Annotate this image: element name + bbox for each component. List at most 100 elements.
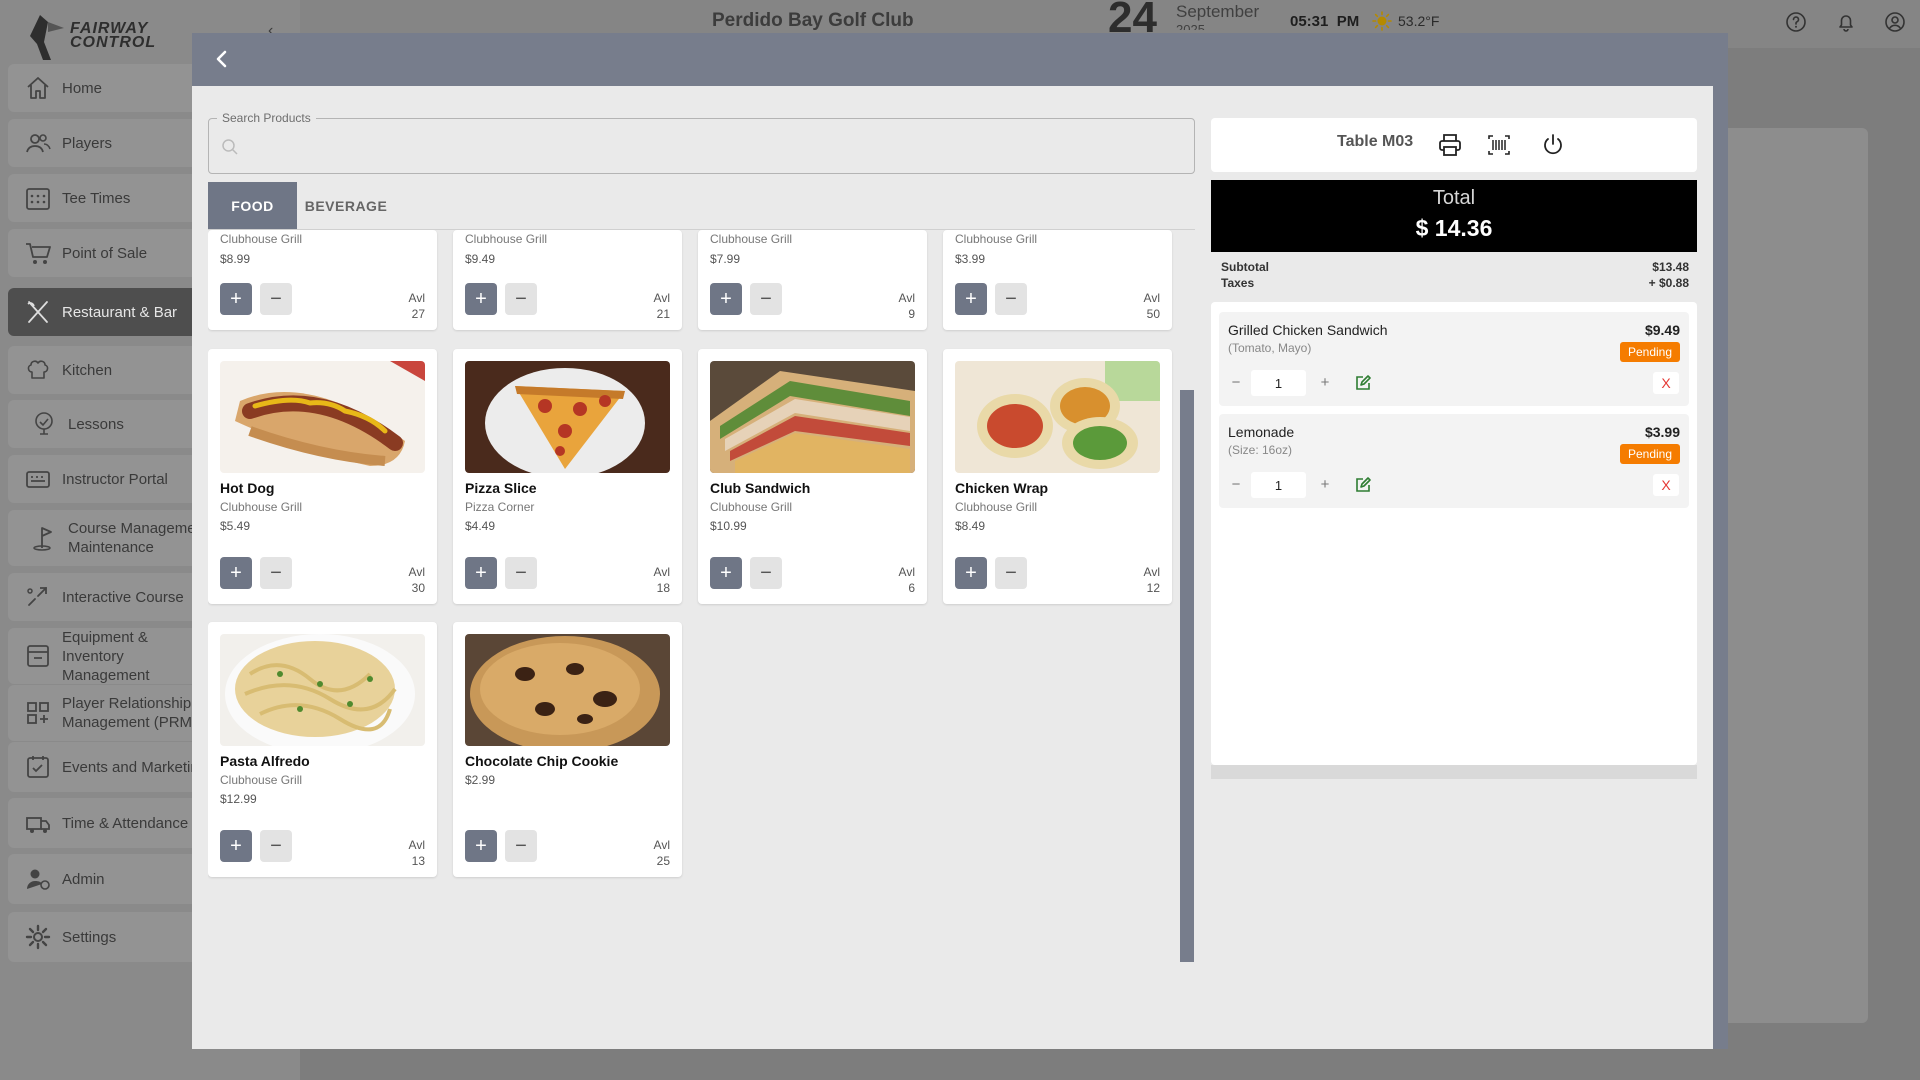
- remove-button[interactable]: −: [505, 283, 537, 315]
- product-vendor: Clubhouse Grill: [955, 500, 1038, 514]
- modal-body: Search Products FOOD BEVERAGE Clubhouse …: [192, 86, 1713, 1049]
- remove-button[interactable]: −: [260, 557, 292, 589]
- product-card-pizza-slice[interactable]: Pizza Slice Pizza Corner $4.49 + − Avl 18: [453, 349, 682, 604]
- product-card-club-sandwich[interactable]: Club Sandwich Clubhouse Grill $10.99 + −…: [698, 349, 927, 604]
- avl-count: 50: [1146, 307, 1160, 321]
- avl-label: Avl: [898, 565, 915, 579]
- add-button[interactable]: +: [710, 557, 742, 589]
- add-button[interactable]: +: [220, 830, 252, 862]
- remove-line-button[interactable]: X: [1653, 474, 1679, 496]
- sidebar-item-label: Restaurant & Bar: [62, 303, 178, 321]
- qty-value[interactable]: 1: [1251, 472, 1306, 498]
- qty-decrease-button[interactable]: −: [1226, 474, 1246, 494]
- add-button[interactable]: +: [955, 283, 987, 315]
- order-modal: Search Products FOOD BEVERAGE Clubhouse …: [192, 33, 1728, 1049]
- sidebar-item-label: Kitchen: [62, 361, 113, 379]
- add-button[interactable]: +: [710, 283, 742, 315]
- product-card[interactable]: Clubhouse Grill $9.49 + − Avl 21: [453, 230, 682, 330]
- barcode-scan-icon[interactable]: [1486, 132, 1512, 158]
- edit-icon[interactable]: [1354, 476, 1372, 494]
- line-item-modifiers: (Tomato, Mayo): [1228, 341, 1312, 355]
- product-vendor: Clubhouse Grill: [710, 500, 793, 514]
- product-price: $12.99: [220, 792, 257, 806]
- avl-count: 12: [1146, 581, 1160, 595]
- printer-icon[interactable]: [1437, 132, 1463, 158]
- edit-icon[interactable]: [1354, 374, 1372, 392]
- product-card[interactable]: Clubhouse Grill $8.99 + − Avl 27: [208, 230, 437, 330]
- sidebar-item-label: Admin: [62, 870, 105, 888]
- status-badge: Pending: [1620, 444, 1680, 464]
- line-item-name: Lemonade: [1228, 424, 1295, 440]
- order-header: Table M03: [1211, 118, 1697, 172]
- remove-button[interactable]: −: [995, 283, 1027, 315]
- product-card-pasta-alfredo[interactable]: Pasta Alfredo Clubhouse Grill $12.99 + −…: [208, 622, 437, 877]
- product-price: $4.49: [465, 519, 496, 533]
- add-button[interactable]: +: [465, 557, 497, 589]
- remove-button[interactable]: −: [750, 557, 782, 589]
- avl-count: 6: [908, 581, 915, 595]
- product-scrollbar[interactable]: [1180, 390, 1194, 962]
- add-button[interactable]: +: [465, 830, 497, 862]
- avl-count: 30: [411, 581, 425, 595]
- add-button[interactable]: +: [220, 283, 252, 315]
- remove-line-button[interactable]: X: [1653, 372, 1679, 394]
- product-card-chicken-wrap[interactable]: Chicken Wrap Clubhouse Grill $8.49 + − A…: [943, 349, 1172, 604]
- product-card-hot-dog[interactable]: Hot Dog Clubhouse Grill $5.49 + − Avl 30: [208, 349, 437, 604]
- qty-increase-button[interactable]: +: [1315, 474, 1335, 494]
- taxes-label: Taxes: [1221, 276, 1255, 290]
- power-icon[interactable]: [1540, 132, 1566, 158]
- clock-ampm: PM: [1336, 13, 1360, 30]
- product-card-chocolate-chip-cookie[interactable]: Chocolate Chip Cookie $2.99 + − Avl 25: [453, 622, 682, 877]
- remove-button[interactable]: −: [750, 283, 782, 315]
- add-button[interactable]: +: [220, 557, 252, 589]
- product-vendor: Clubhouse Grill: [220, 773, 303, 787]
- bell-icon[interactable]: [1835, 11, 1857, 33]
- sidebar-item-label: Home: [62, 79, 103, 97]
- clock: 05:31 PM: [1290, 13, 1359, 30]
- admin-icon: [27, 869, 50, 890]
- tab-beverage[interactable]: BEVERAGE: [297, 182, 395, 230]
- back-button[interactable]: [210, 47, 234, 71]
- availability: Avl 21: [654, 290, 670, 322]
- home-icon: [27, 77, 49, 99]
- qty-increase-button[interactable]: +: [1315, 372, 1335, 392]
- search-field: Search Products: [208, 111, 1195, 174]
- qty-decrease-button[interactable]: −: [1226, 372, 1246, 392]
- subtotal-value: $13.48: [1652, 260, 1689, 274]
- line-item-price: $9.49: [1644, 322, 1680, 338]
- product-card[interactable]: Clubhouse Grill $7.99 + − Avl 9: [698, 230, 927, 330]
- remove-button[interactable]: −: [505, 557, 537, 589]
- search-input[interactable]: [249, 133, 1149, 161]
- sidebar-item-label: Player Relationship Management (PRM): [62, 695, 198, 731]
- qty-value[interactable]: 1: [1251, 370, 1306, 396]
- help-icon[interactable]: [1785, 11, 1807, 33]
- temperature: 53.2°F: [1398, 13, 1440, 29]
- avl-label: Avl: [653, 838, 670, 852]
- sun-icon: [1372, 11, 1392, 31]
- date-month: September: [1176, 2, 1260, 21]
- sidebar-item-label: Equipment & Inventory Management: [62, 628, 150, 684]
- remove-button[interactable]: −: [260, 830, 292, 862]
- search-icon: [222, 139, 238, 155]
- user-account-icon[interactable]: [1884, 11, 1906, 33]
- logo-line-2: CONTROL: [70, 34, 157, 51]
- tab-food[interactable]: FOOD: [208, 182, 297, 230]
- pizza-slice-image: [465, 361, 670, 473]
- avl-count: 9: [908, 307, 915, 321]
- avl-count: 21: [656, 307, 670, 321]
- avl-count: 13: [411, 854, 425, 868]
- sidebar-item-label: Settings: [62, 928, 117, 946]
- product-name: Pasta Alfredo: [220, 753, 310, 769]
- sidebar-item-label: Lessons: [68, 415, 124, 433]
- avl-label: Avl: [408, 838, 425, 852]
- product-card[interactable]: Clubhouse Grill $3.99 + − Avl 50: [943, 230, 1172, 330]
- remove-button[interactable]: −: [995, 557, 1027, 589]
- add-button[interactable]: +: [955, 557, 987, 589]
- add-button[interactable]: +: [465, 283, 497, 315]
- remove-button[interactable]: −: [505, 830, 537, 862]
- remove-button[interactable]: −: [260, 283, 292, 315]
- product-price: $10.99: [710, 519, 747, 533]
- sidebar-item-label: Events and Marketing: [62, 758, 208, 776]
- chevron-left-icon: [216, 50, 227, 68]
- order-line: Lemonade (Size: 16oz) $3.99 Pending − 1 …: [1219, 414, 1689, 508]
